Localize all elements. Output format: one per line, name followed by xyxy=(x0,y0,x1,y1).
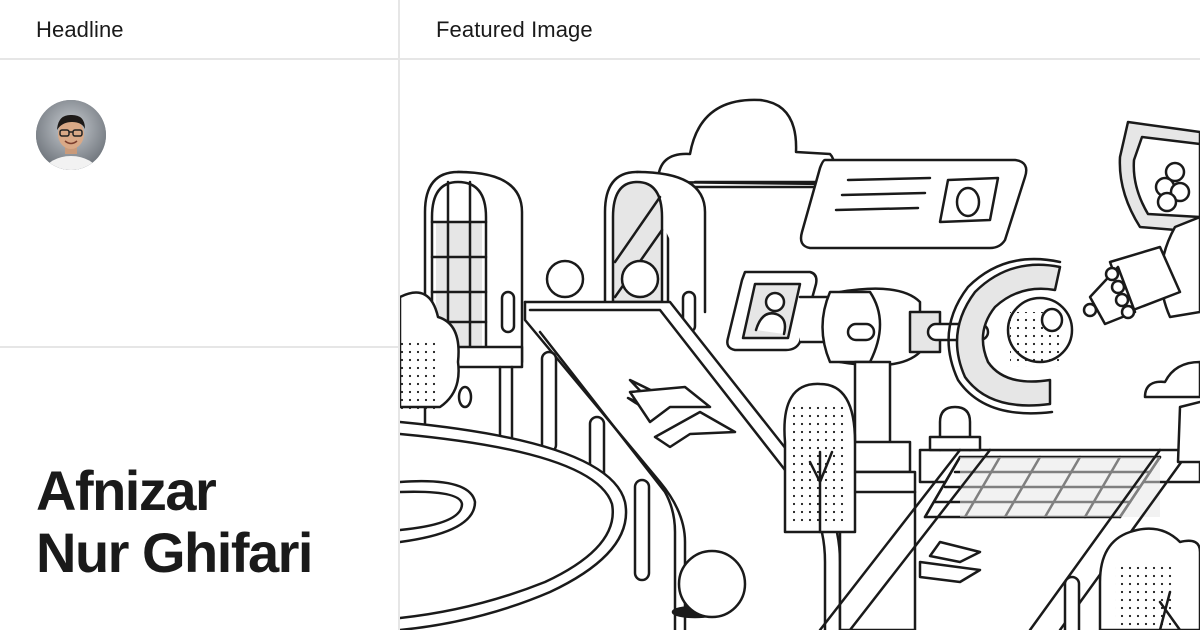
featured-image xyxy=(400,62,1200,630)
author-name-line-2: Nur Ghifari xyxy=(36,521,313,584)
headline-label: Headline xyxy=(36,17,124,42)
header-row: Headline Featured Image xyxy=(0,0,1200,60)
headline-panel: Afnizar Nur Ghifari xyxy=(0,62,398,630)
featured-illustration xyxy=(400,98,1200,630)
section-divider xyxy=(0,346,398,348)
author-name-line-1: Afnizar xyxy=(36,459,217,522)
avatar xyxy=(36,100,106,170)
avatar-photo xyxy=(36,100,106,170)
featured-image-label: Featured Image xyxy=(436,17,593,42)
author-name: Afnizar Nur Ghifari xyxy=(36,459,313,584)
